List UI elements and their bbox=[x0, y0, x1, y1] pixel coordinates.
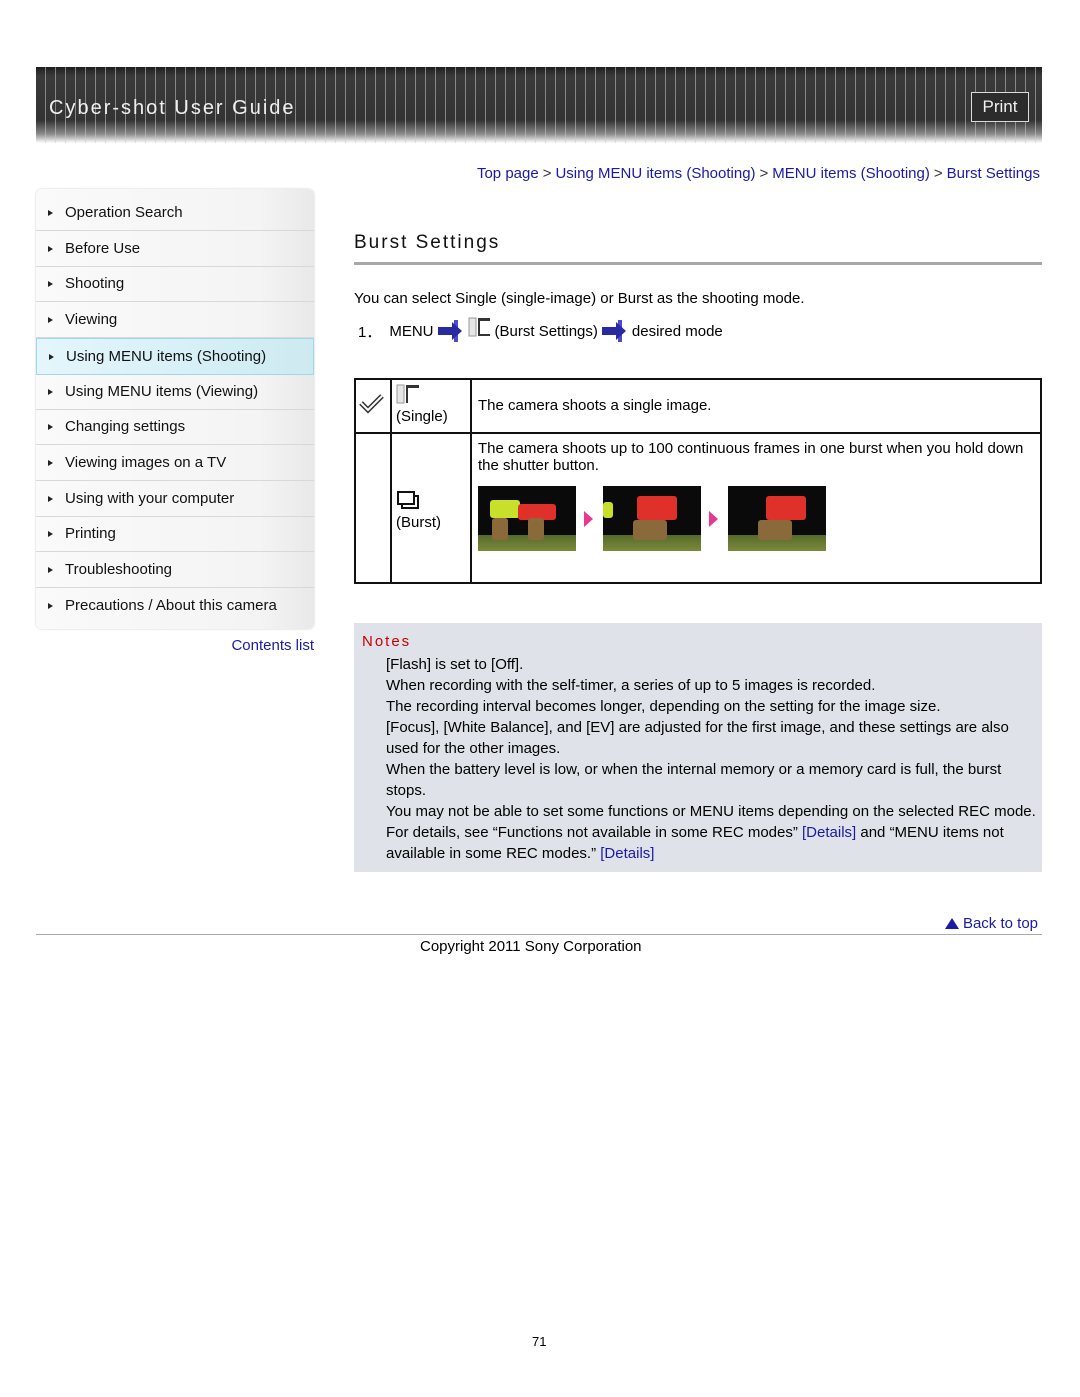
intro-text: You can select Single (single-image) or … bbox=[354, 290, 805, 307]
sidebar-item-before-use[interactable]: Before Use bbox=[36, 231, 314, 267]
table-row-burst: (Burst) The camera shoots up to 100 cont… bbox=[354, 432, 1042, 584]
notes-list: [Flash] is set to [Off]. When recording … bbox=[386, 654, 1036, 864]
page-number: 71 bbox=[532, 1334, 547, 1349]
burst-photo-2 bbox=[603, 486, 701, 551]
sidebar-item-viewing-on-tv[interactable]: Viewing images on a TV bbox=[36, 445, 314, 481]
notes-title: Notes bbox=[362, 633, 412, 650]
sidebar-item-printing[interactable]: Printing bbox=[36, 516, 314, 552]
triangle-up-icon bbox=[944, 918, 959, 929]
single-mode-label: (Single) bbox=[396, 408, 448, 425]
step-setting-label: (Burst Settings) bbox=[494, 322, 598, 340]
triangle-right-icon bbox=[48, 316, 53, 323]
step-number: 1． bbox=[358, 323, 382, 341]
sidebar-item-label: Precautions / About this camera bbox=[65, 597, 277, 614]
burst-sequence bbox=[478, 486, 1034, 551]
breadcrumb-separator: > bbox=[759, 165, 769, 182]
sidebar-nav: Operation Search Before Use Shooting Vie… bbox=[36, 189, 314, 629]
sidebar-item-changing-settings[interactable]: Changing settings bbox=[36, 409, 314, 445]
burst-mode-description: The camera shoots up to 100 continuous f… bbox=[478, 440, 1024, 474]
details-link-functions[interactable]: [Details] bbox=[802, 824, 856, 841]
contents-list-link[interactable]: Contents list bbox=[231, 637, 314, 654]
triangle-right-icon bbox=[48, 388, 53, 395]
single-mode-description: The camera shoots a single image. bbox=[470, 378, 1042, 434]
sidebar-item-label: Viewing images on a TV bbox=[65, 454, 227, 471]
sidebar-item-label: Before Use bbox=[65, 240, 141, 257]
sidebar-item-label: Using with your computer bbox=[65, 490, 235, 507]
triangle-right-icon bbox=[48, 566, 53, 573]
arrow-right-icon bbox=[709, 510, 718, 527]
copyright: Copyright 2011 Sony Corporation bbox=[420, 938, 642, 955]
sidebar-item-label: Troubleshooting bbox=[65, 561, 173, 578]
sidebar-item-label: Changing settings bbox=[65, 418, 186, 435]
sidebar-item-troubleshooting[interactable]: Troubleshooting bbox=[36, 552, 314, 588]
sidebar-item-precautions[interactable]: Precautions / About this camera bbox=[36, 588, 314, 623]
note-item: When recording with the self-timer, a se… bbox=[386, 677, 876, 694]
arrow-right-icon bbox=[584, 510, 593, 527]
step-menu-label: MENU bbox=[389, 322, 434, 340]
breadcrumb: Top page > Using MENU items (Shooting) > MEN… bbox=[477, 165, 1040, 182]
sidebar-item-label: Shooting bbox=[65, 275, 125, 292]
burst-mode-cell: (Burst) bbox=[390, 432, 472, 584]
unselected-cell bbox=[354, 432, 392, 584]
sidebar-item-label: Viewing bbox=[65, 311, 118, 328]
table-row-single: (Single) The camera shoots a single imag… bbox=[354, 378, 1042, 434]
step-target-label: desired mode bbox=[631, 322, 723, 340]
selected-cell bbox=[354, 378, 392, 434]
note-item: When the battery level is low, or when t… bbox=[386, 761, 1002, 799]
footer-divider bbox=[36, 934, 1042, 935]
breadcrumb-top-page[interactable]: Top page bbox=[477, 165, 539, 182]
sidebar-item-using-with-computer[interactable]: Using with your computer bbox=[36, 481, 314, 517]
triangle-right-icon bbox=[49, 353, 54, 360]
note-item: [Focus], [White Balance], and [EV] are a… bbox=[386, 719, 1009, 757]
sidebar-item-viewing[interactable]: Viewing bbox=[36, 302, 314, 338]
burst-settings-icon bbox=[468, 317, 492, 337]
step-1: 1． MENU (Burst Settings) desired mode bbox=[358, 317, 723, 342]
burst-mode-icon bbox=[397, 490, 419, 509]
triangle-right-icon bbox=[48, 459, 53, 466]
note-item: You may not be able to set some function… bbox=[386, 801, 1036, 864]
triangle-right-icon bbox=[48, 280, 53, 287]
triangle-right-icon bbox=[48, 209, 53, 216]
burst-mode-cell-content: The camera shoots up to 100 continuous f… bbox=[470, 432, 1042, 584]
note-item: The recording interval becomes longer, d… bbox=[386, 698, 941, 715]
note-item: [Flash] is set to [Off]. bbox=[386, 656, 524, 673]
breadcrumb-separator: > bbox=[933, 165, 943, 182]
triangle-right-icon bbox=[48, 495, 53, 502]
burst-mode-label: (Burst) bbox=[396, 513, 441, 531]
checkmark-icon bbox=[359, 394, 384, 414]
breadcrumb-using-menu-shooting[interactable]: Using MENU items (Shooting) bbox=[555, 165, 755, 182]
print-button[interactable]: Print bbox=[971, 92, 1029, 122]
details-link-menu-items[interactable]: [Details] bbox=[600, 845, 654, 862]
sidebar-item-label: Operation Search bbox=[65, 204, 183, 221]
sidebar-item-label: Using MENU items (Shooting) bbox=[66, 348, 267, 365]
back-to-top-label: Back to top bbox=[962, 915, 1038, 932]
breadcrumb-burst-settings[interactable]: Burst Settings bbox=[947, 165, 1040, 182]
triangle-right-icon bbox=[48, 530, 53, 537]
single-mode-icon bbox=[396, 384, 419, 404]
breadcrumb-menu-items-shooting[interactable]: MENU items (Shooting) bbox=[772, 165, 930, 182]
sidebar-item-using-menu-shooting[interactable]: Using MENU items (Shooting) bbox=[36, 338, 314, 375]
arrow-right-icon bbox=[601, 320, 628, 342]
burst-photo-3 bbox=[728, 486, 826, 551]
sidebar-item-operation-search[interactable]: Operation Search bbox=[36, 195, 314, 231]
single-mode-cell: (Single) bbox=[390, 378, 472, 434]
page-title: Burst Settings bbox=[354, 232, 501, 253]
header-banner: Cyber-shot User Guide Print bbox=[36, 67, 1042, 143]
arrow-right-icon bbox=[437, 320, 464, 342]
triangle-right-icon bbox=[48, 423, 53, 430]
burst-modes-table: (Single) The camera shoots a single imag… bbox=[354, 378, 1042, 584]
sidebar-item-shooting[interactable]: Shooting bbox=[36, 266, 314, 302]
burst-photo-1 bbox=[478, 486, 576, 551]
sidebar-item-label: Using MENU items (Viewing) bbox=[65, 383, 259, 400]
sidebar-item-label: Printing bbox=[65, 525, 116, 542]
triangle-right-icon bbox=[48, 245, 53, 252]
breadcrumb-separator: > bbox=[542, 165, 552, 182]
title-divider bbox=[354, 262, 1042, 265]
back-to-top-link[interactable]: Back to top bbox=[944, 915, 1038, 932]
triangle-right-icon bbox=[48, 602, 53, 609]
sidebar-item-using-menu-viewing[interactable]: Using MENU items (Viewing) bbox=[36, 374, 314, 410]
notes-box: Notes [Flash] is set to [Off]. When reco… bbox=[354, 623, 1042, 872]
guide-title: Cyber-shot User Guide bbox=[49, 97, 296, 119]
